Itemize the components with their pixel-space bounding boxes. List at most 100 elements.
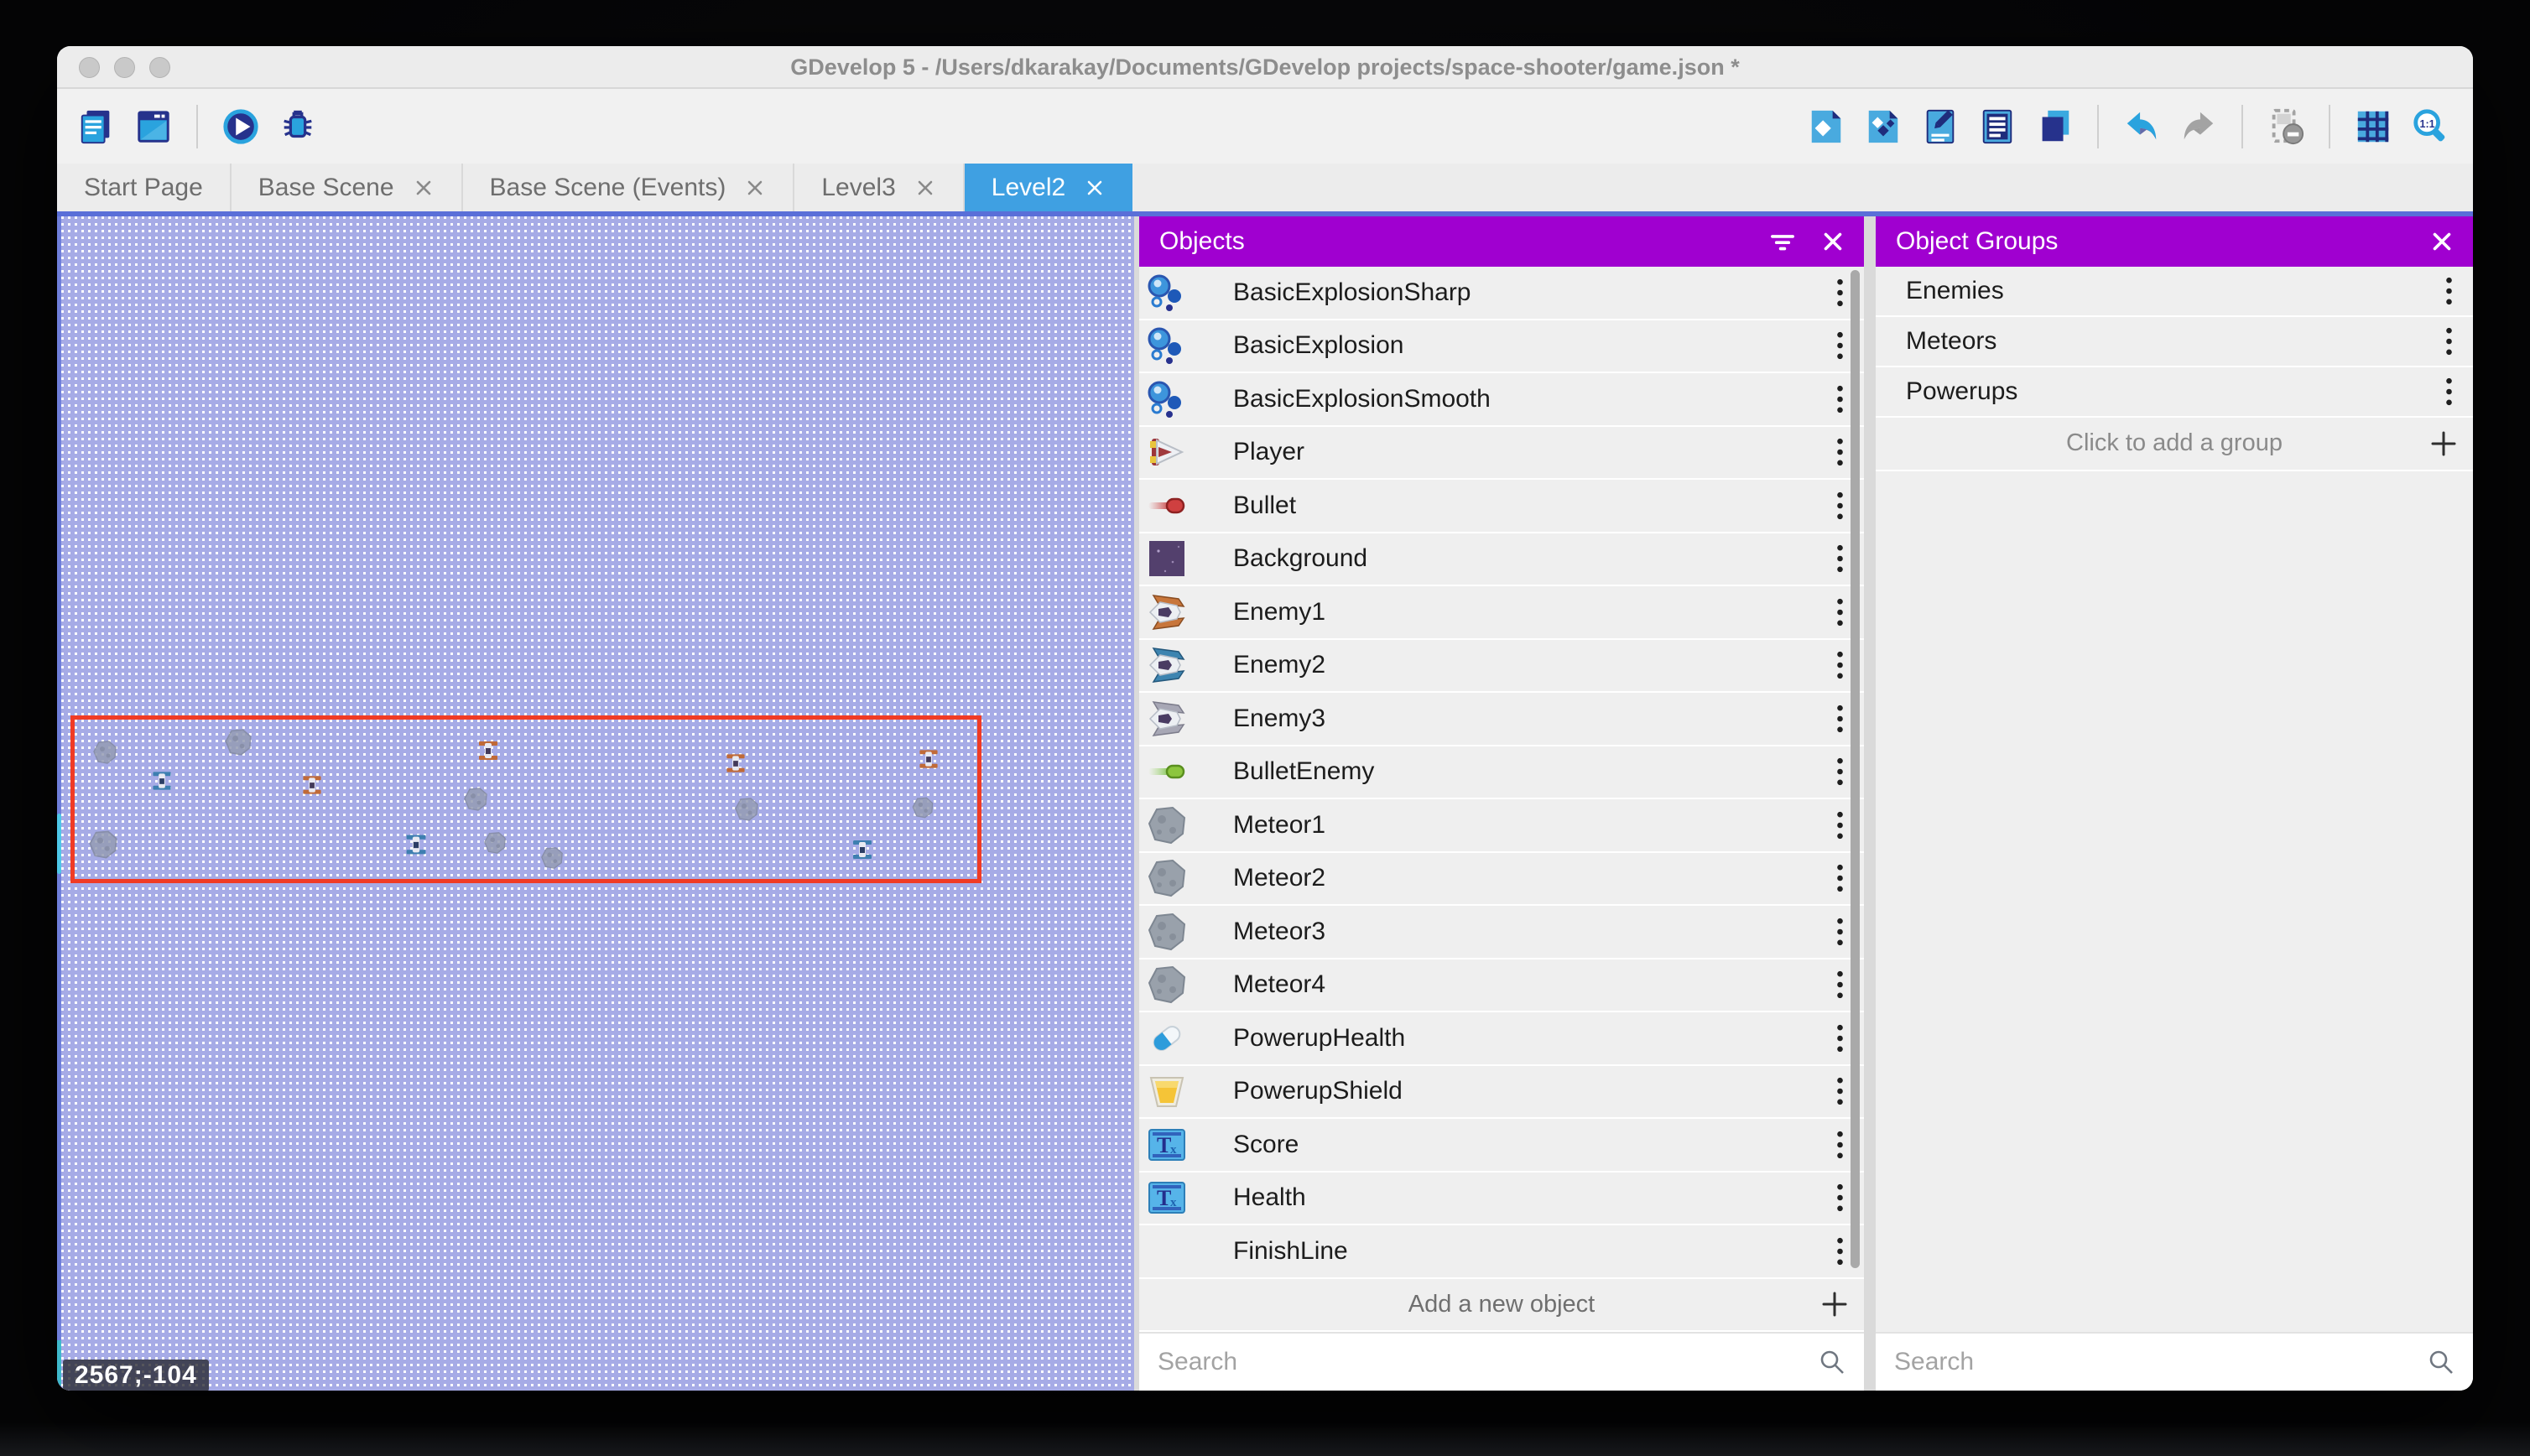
instance-meteor[interactable] xyxy=(540,846,564,870)
object-menu-icon[interactable] xyxy=(1834,328,1845,363)
object-row-enemy1[interactable]: Enemy1 xyxy=(1139,586,1864,640)
add-object-row[interactable]: Add a new object xyxy=(1139,1279,1864,1333)
object-name: Meteor2 xyxy=(1233,864,1325,892)
object-row-finishline[interactable]: FinishLine xyxy=(1139,1225,1864,1279)
object-menu-icon[interactable] xyxy=(1834,647,1845,683)
group-row-powerups[interactable]: Powerups xyxy=(1876,367,2473,418)
group-menu-icon[interactable] xyxy=(2443,324,2455,359)
object-row-basicexplosion[interactable]: BasicExplosion xyxy=(1139,320,1864,374)
object-menu-icon[interactable] xyxy=(1834,1074,1845,1109)
close-tab-icon[interactable] xyxy=(413,177,435,199)
instance-meteor[interactable] xyxy=(224,728,252,757)
object-row-meteor4[interactable]: Meteor4 xyxy=(1139,959,1864,1013)
object-row-health[interactable]: TxHealth xyxy=(1139,1173,1864,1226)
object-menu-icon[interactable] xyxy=(1834,701,1845,736)
close-tab-icon[interactable] xyxy=(744,177,766,199)
object-row-bullet[interactable]: Bullet xyxy=(1139,480,1864,533)
debug-icon[interactable] xyxy=(277,106,319,148)
close-tab-icon[interactable] xyxy=(914,177,936,199)
group-row-meteors[interactable]: Meteors xyxy=(1876,317,2473,367)
close-tab-icon[interactable] xyxy=(1084,177,1106,199)
object-row-score[interactable]: TxScore xyxy=(1139,1119,1864,1173)
object-menu-icon[interactable] xyxy=(1834,275,1845,310)
tab-base-scene-events-[interactable]: Base Scene (Events) xyxy=(463,164,795,211)
tab-level3[interactable]: Level3 xyxy=(794,164,964,211)
object-menu-icon[interactable] xyxy=(1834,1180,1845,1215)
object-row-background[interactable]: Background xyxy=(1139,533,1864,587)
undo-icon[interactable] xyxy=(2121,106,2163,148)
object-row-meteor2[interactable]: Meteor2 xyxy=(1139,853,1864,907)
panels-divider[interactable] xyxy=(1864,216,1876,1391)
scene-vertical-scrollbar-track[interactable] xyxy=(57,216,61,1391)
group-menu-icon[interactable] xyxy=(2443,374,2455,409)
group-row-enemies[interactable]: Enemies xyxy=(1876,267,2473,317)
instance-meteor[interactable] xyxy=(88,829,118,860)
explosion-icon xyxy=(1146,378,1188,420)
properties-icon[interactable] xyxy=(1919,106,1961,148)
mask-off-icon[interactable] xyxy=(2265,106,2307,148)
objects-editor-icon[interactable] xyxy=(1805,106,1847,148)
objects-search-input[interactable] xyxy=(1158,1348,1817,1376)
scene-scrollbar-corner[interactable] xyxy=(57,1340,61,1386)
instance-enemy-blue[interactable] xyxy=(405,834,428,856)
object-row-enemy2[interactable]: Enemy2 xyxy=(1139,640,1864,694)
zoom-1-1-icon[interactable]: 1:1 xyxy=(2409,106,2451,148)
object-row-basicexplosionsharp[interactable]: BasicExplosionSharp xyxy=(1139,267,1864,320)
instances-list-icon[interactable] xyxy=(1976,106,2018,148)
object-menu-icon[interactable] xyxy=(1834,1234,1845,1269)
object-menu-icon[interactable] xyxy=(1834,541,1845,576)
grid-icon[interactable] xyxy=(2352,106,2394,148)
object-row-player[interactable]: Player xyxy=(1139,427,1864,481)
object-menu-icon[interactable] xyxy=(1834,1021,1845,1056)
preview-play-icon[interactable] xyxy=(220,106,262,148)
scene-editor-canvas[interactable]: 2567;-104 xyxy=(57,216,1134,1391)
object-row-bulletenemy[interactable]: BulletEnemy xyxy=(1139,746,1864,800)
scene-vertical-scrollbar-thumb[interactable] xyxy=(57,814,61,874)
scene-window-icon[interactable] xyxy=(133,106,174,148)
redo-icon[interactable] xyxy=(2178,106,2220,148)
instance-meteor[interactable] xyxy=(463,787,488,812)
instance-enemy-orange[interactable] xyxy=(477,740,499,762)
tab-base-scene[interactable]: Base Scene xyxy=(232,164,463,211)
object-menu-icon[interactable] xyxy=(1834,595,1845,630)
instance-enemy-blue[interactable] xyxy=(851,839,873,861)
project-manager-icon[interactable] xyxy=(75,106,117,148)
instance-enemy-orange[interactable] xyxy=(726,753,747,774)
filter-icon[interactable] xyxy=(1768,227,1797,256)
object-groups-editor-icon[interactable] xyxy=(1862,106,1904,148)
object-menu-icon[interactable] xyxy=(1834,434,1845,470)
tab-start-page[interactable]: Start Page xyxy=(57,164,232,211)
close-objects-panel-icon[interactable] xyxy=(1819,227,1847,256)
instance-enemy-orange[interactable] xyxy=(302,775,323,796)
object-menu-icon[interactable] xyxy=(1834,382,1845,417)
instance-enemy-orange[interactable] xyxy=(919,749,940,770)
add-group-row[interactable]: Click to add a group xyxy=(1876,418,2473,471)
object-menu-icon[interactable] xyxy=(1834,754,1845,789)
object-menu-icon[interactable] xyxy=(1834,861,1845,896)
object-menu-icon[interactable] xyxy=(1834,967,1845,1002)
object-row-enemy3[interactable]: Enemy3 xyxy=(1139,693,1864,746)
instance-meteor[interactable] xyxy=(92,740,117,765)
object-menu-icon[interactable] xyxy=(1834,488,1845,523)
object-menu-icon[interactable] xyxy=(1834,808,1845,843)
object-row-meteor1[interactable]: Meteor1 xyxy=(1139,799,1864,853)
group-menu-icon[interactable] xyxy=(2443,273,2455,309)
object-row-basicexplosionsmooth[interactable]: BasicExplosionSmooth xyxy=(1139,373,1864,427)
close-groups-panel-icon[interactable] xyxy=(2428,227,2456,256)
object-row-meteor3[interactable]: Meteor3 xyxy=(1139,906,1864,959)
instance-meteor[interactable] xyxy=(734,797,759,822)
instance-meteor[interactable] xyxy=(912,797,934,819)
object-row-powerupshield[interactable]: PowerupShield xyxy=(1139,1066,1864,1120)
instance-enemy-blue[interactable] xyxy=(152,771,173,792)
object-menu-icon[interactable] xyxy=(1834,914,1845,949)
shield-icon xyxy=(1146,1070,1188,1112)
selection-rectangle[interactable] xyxy=(70,715,981,883)
object-menu-icon[interactable] xyxy=(1834,1127,1845,1162)
tab-level2[interactable]: Level2 xyxy=(965,164,1132,211)
toolbar-separator xyxy=(2097,105,2099,148)
layers-icon[interactable] xyxy=(2033,106,2075,148)
object-row-poweruphealth[interactable]: PowerupHealth xyxy=(1139,1012,1864,1066)
instance-meteor[interactable] xyxy=(483,831,507,855)
objects-list-scrollbar[interactable] xyxy=(1851,270,1860,1268)
groups-search-input[interactable] xyxy=(1894,1348,2426,1376)
